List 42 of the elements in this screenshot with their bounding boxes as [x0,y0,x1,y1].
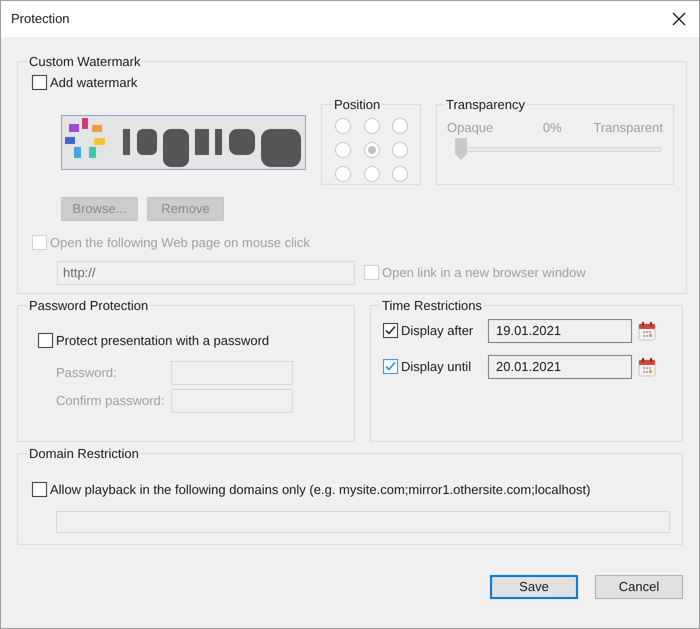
password-field[interactable] [171,361,293,385]
cancel-button[interactable]: Cancel [595,575,683,599]
group-title: Password Protection [28,297,150,315]
group-title: Transparency [445,96,526,114]
radio-button[interactable] [392,166,408,182]
checkbox[interactable] [32,74,47,90]
checkbox[interactable] [384,324,397,337]
field-label: Password: [56,364,118,382]
radio-button[interactable] [335,142,351,158]
group-title: Time Restrictions [381,297,483,315]
checkbox-label: Display after [401,322,474,340]
group-title: Domain Restriction [28,445,140,463]
slider-track[interactable] [455,138,661,160]
checkbox-label: Open the following Web page on mouse click [50,234,310,252]
window-title: Protection [11,10,70,28]
group-title: Position [333,96,382,114]
save-button[interactable]: Save [490,575,578,599]
calendar-icon[interactable] [638,320,656,340]
radio-button[interactable] [335,118,351,134]
password-field[interactable] [171,389,293,413]
date-field[interactable]: 19.01.2021 [488,318,632,342]
field-label: Confirm password: [56,392,166,410]
checkbox-label: Allow playback in the following domains only (e.g. mysite.com;mirror1.othersite.com;localhost) [50,480,590,499]
group-title: Custom Watermark [28,53,142,71]
date-field[interactable]: 20.01.2021 [488,354,632,378]
checkbox-label: Display until [401,358,472,376]
checkbox-label: Protect presentation with a password [56,332,270,350]
checkbox[interactable] [32,482,47,497]
checkbox[interactable] [38,332,53,348]
slider-max-label: Transparent [593,118,663,137]
calendar-icon[interactable] [638,356,656,376]
radio-button[interactable] [392,142,408,158]
checkbox-label: Add watermark [50,74,138,92]
checkbox[interactable] [384,360,397,373]
radio-button[interactable] [364,166,380,182]
radio-button[interactable] [335,166,351,182]
slider-min-label: Opaque [447,118,494,137]
checkbox-label: Open link in a new browser window [382,264,586,282]
slider-value: 0% [542,118,562,136]
radio-button[interactable] [392,118,408,134]
radio-button[interactable] [364,118,380,134]
radio-button[interactable] [364,142,380,158]
